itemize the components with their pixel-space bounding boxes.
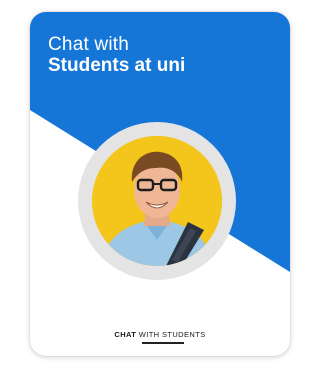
- promo-card[interactable]: Chat with Students at uni CHAT WITH STUD…: [30, 12, 290, 356]
- avatar: [92, 136, 222, 266]
- tab-active-indicator: [142, 342, 184, 344]
- student-portrait-icon: [92, 136, 222, 266]
- tab-chat-with-students[interactable]: CHAT WITH STUDENTS: [30, 330, 290, 339]
- title-line-2: Students at uni: [48, 55, 186, 76]
- title-line-1: Chat with: [48, 34, 130, 55]
- tab-label-bold: CHAT: [114, 330, 137, 339]
- tab-label-normal: WITH STUDENTS: [138, 330, 206, 339]
- card-title: Chat with Students at uni: [48, 34, 185, 76]
- avatar-ring: [78, 122, 236, 280]
